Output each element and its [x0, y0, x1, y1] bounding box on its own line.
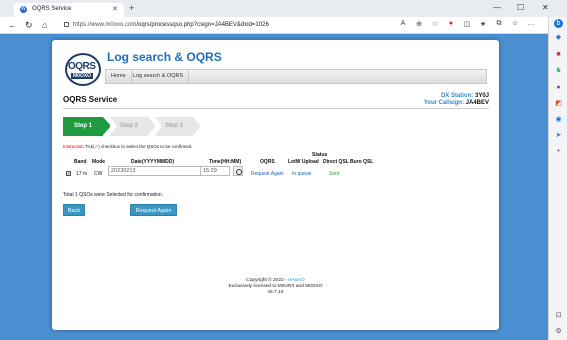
callsign-value: JA4BEV [465, 100, 489, 106]
collections-icon[interactable]: ⧉ [494, 20, 504, 28]
site-title: Log search & OQRS [107, 50, 222, 64]
col-direct-qsl: Direct QSL [323, 159, 349, 165]
people-icon[interactable]: ● [554, 83, 563, 92]
briefcase-icon[interactable]: ■ [554, 50, 563, 59]
back-button[interactable]: Back [63, 204, 85, 216]
new-tab-button[interactable]: + [129, 3, 134, 13]
dx-label: DX Station: [440, 93, 474, 99]
read-aloud-icon[interactable]: A [398, 20, 408, 27]
profile-icon[interactable]: ☺ [510, 20, 520, 27]
close-window-icon[interactable]: ✕ [542, 3, 549, 12]
cell-band: 17 m [76, 171, 88, 177]
col-time: Time(HH:MM) [209, 159, 242, 165]
logo-text: OQRS [68, 61, 96, 72]
instruction-prefix: Instruction [63, 144, 84, 149]
instruction-text: Instruction Tick(✓) checkbox to select t… [63, 144, 193, 150]
bing-icon[interactable]: b [554, 19, 563, 28]
send-icon[interactable]: ➤ [554, 131, 563, 140]
row-checkbox[interactable]: ✓ [66, 171, 71, 176]
minimize-icon[interactable]: — [493, 3, 501, 12]
cell-lotw-status: In queue [292, 171, 312, 177]
content-card: OQRS M0OXO Log search & OQRS Home Log se… [52, 40, 499, 330]
sidebar-layout-icon[interactable]: ⊡ [554, 311, 563, 320]
edge-sidebar: b ◆ ■ ♞ ● ◩ ◉ ➤ + ⊡ ⚙ [548, 17, 567, 340]
callsign-label: Your Callsign: [423, 100, 464, 106]
lock-icon [64, 21, 69, 27]
instruction-body: Tick(✓) checkbox to select the QSOs to b… [83, 144, 193, 149]
step-1: Step 1 [63, 117, 111, 136]
add-icon[interactable]: + [554, 147, 563, 156]
col-oqrs: OQRS [260, 159, 275, 165]
cell-direct-status: Sent [329, 171, 340, 177]
clock-icon[interactable] [233, 166, 243, 176]
col-date: Date(YYYYMMDD) [131, 159, 175, 165]
tab-title: OQRS Service [32, 6, 72, 12]
browser-tab[interactable]: W OQRS Service ✕ [14, 3, 124, 17]
outlook-icon[interactable]: ◉ [554, 115, 563, 124]
url-path: /oqrs/processqso.php?csign=JA4BEV&dxid=1… [136, 22, 269, 28]
step-2: Step 2 [110, 117, 156, 136]
dx-value: 3Y0J [474, 93, 489, 99]
cell-oqrs-link[interactable]: Request Again [251, 171, 284, 177]
divider [63, 108, 489, 109]
page-title: OQRS Service [63, 95, 118, 104]
copyright-link[interactable]: HA&AO [288, 278, 305, 283]
total-text: Total 1 QSOs were Selected for confirmat… [63, 192, 164, 198]
extension-icon[interactable]: ● [446, 20, 456, 27]
col-band: Band [74, 159, 87, 165]
home-icon[interactable]: ⌂ [42, 20, 47, 30]
col-mode: Mode [92, 159, 106, 165]
footer: Copyright © 2023 - HA&AO Exclusively lic… [52, 278, 499, 296]
menu-item-log-search[interactable]: Log search & OQRS [128, 70, 190, 83]
step-3: Step 3 [155, 117, 201, 136]
col-lotw: LotW Upload [288, 159, 319, 165]
col-buro-qsl: Buro QSL [350, 159, 374, 165]
settings-gear-icon[interactable]: ⚙ [554, 327, 563, 336]
url-host: https://www.m0oxo.com [73, 22, 137, 28]
cell-mode: CW [94, 171, 103, 177]
copyright-text: Copyright © 2023 - [246, 278, 288, 283]
wordpress-icon: W [20, 6, 27, 13]
version-text: v5.7.10 [267, 290, 284, 295]
status-header: Status [312, 152, 328, 158]
address-bar-row: ← ↻ ⌂ https://www.m0oxo.com/oqrs/process… [0, 17, 567, 34]
nav-menu: Home Log search & OQRS [105, 69, 487, 84]
logo-callsign: M0OXO [71, 73, 94, 79]
maximize-icon[interactable]: ☐ [517, 3, 524, 12]
office-icon[interactable]: ◩ [554, 99, 563, 108]
request-again-button[interactable]: Request Again [130, 204, 177, 216]
station-info: DX Station: 3Y0J Your Callsign: JA4BEV [424, 93, 489, 107]
close-tab-icon[interactable]: ✕ [112, 5, 118, 13]
tag-icon[interactable]: ◆ [554, 33, 563, 42]
games-icon[interactable]: ♞ [554, 66, 563, 75]
zoom-icon[interactable]: ⊕ [414, 20, 424, 28]
refresh-icon[interactable]: ↻ [25, 20, 33, 31]
menu-dots-icon[interactable]: … [526, 20, 536, 27]
split-screen-icon[interactable]: ◫ [462, 20, 472, 28]
page-viewport: OQRS M0OXO Log search & OQRS Home Log se… [0, 34, 548, 340]
back-arrow-icon[interactable]: ← [8, 20, 17, 30]
favorite-star-icon[interactable]: ☆ [430, 20, 440, 28]
oqrs-logo: OQRS M0OXO [65, 53, 101, 86]
time-input[interactable]: 15:29 [200, 166, 230, 176]
favorites-icon[interactable]: ★ [478, 20, 488, 28]
browser-titlebar: W OQRS Service ✕ + — ☐ ✕ [0, 0, 567, 17]
